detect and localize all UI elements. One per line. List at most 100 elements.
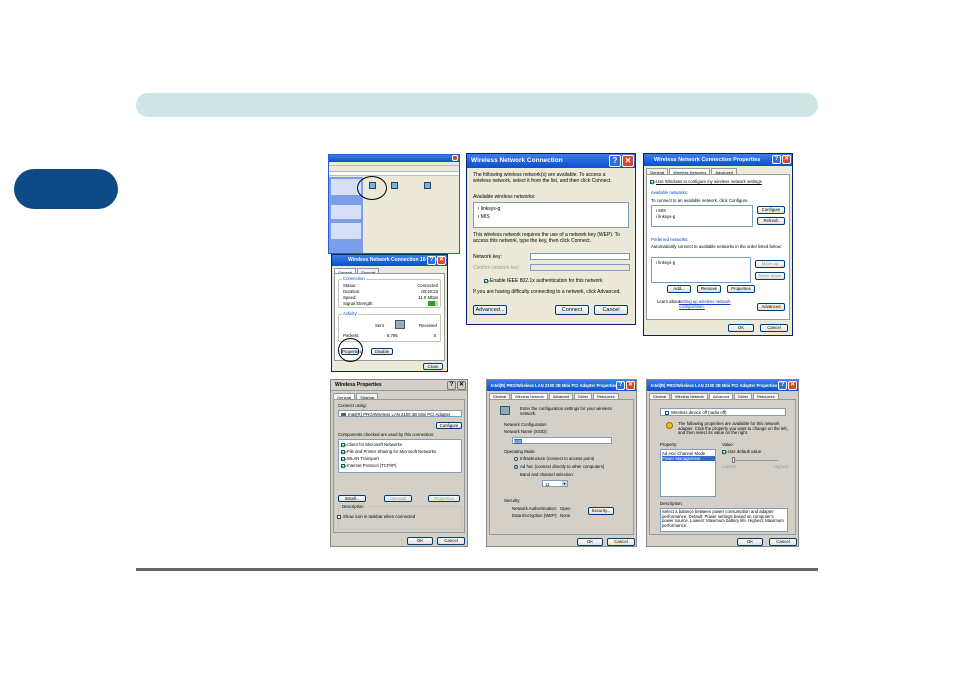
power-slider[interactable]	[732, 460, 778, 461]
remove-button[interactable]: Remove	[697, 285, 721, 293]
refresh-button[interactable]: Refresh	[757, 217, 785, 225]
cancel-button[interactable]: Cancel	[760, 324, 788, 332]
network-item[interactable]: ı MIS	[478, 214, 490, 220]
learn-link[interactable]: setting up wireless network configuratio…	[679, 299, 739, 309]
close-icon[interactable]: ✕	[782, 155, 791, 164]
slider-thumb[interactable]	[732, 457, 735, 463]
move-up-button[interactable]: Move up	[755, 260, 785, 268]
cancel-button[interactable]: Cancel	[769, 538, 797, 546]
wireless-connection-icon[interactable]	[391, 182, 398, 189]
cancel-button[interactable]: Cancel	[607, 538, 635, 546]
wncp-titlebar: Wireless Network Connection Properties ?…	[644, 154, 792, 166]
property-item[interactable]: Power Management	[662, 456, 715, 462]
close-icon[interactable]: ✕	[622, 155, 634, 167]
security-button[interactable]: Security...	[588, 507, 614, 515]
connect-button[interactable]: Connect	[555, 305, 589, 315]
ssid-input[interactable]: MIS	[512, 437, 612, 444]
computers-icon	[395, 320, 405, 329]
close-icon[interactable]: ✕	[437, 256, 446, 265]
netconf-label: Network Configuration	[504, 422, 547, 427]
component-item[interactable]: WLAN Transport	[341, 456, 379, 461]
ap1-intro: Enter the configuration settings for you…	[520, 406, 612, 417]
configure-button[interactable]: Configure	[436, 422, 462, 429]
network-name: MIS	[480, 214, 490, 220]
help-icon[interactable]: ?	[616, 381, 625, 390]
close-icon[interactable]: ✕	[788, 381, 797, 390]
enc-value: None	[560, 513, 571, 518]
adhoc-radio[interactable]: Ad hoc (connect directly to other comput…	[514, 464, 604, 469]
install-button[interactable]: Install...	[338, 495, 366, 502]
preferred-list[interactable]: ı linksys-g	[651, 257, 751, 283]
help-icon[interactable]: ?	[447, 381, 456, 390]
checkbox-icon	[341, 463, 345, 468]
ok-button[interactable]: OK	[728, 324, 754, 332]
uninstall-button[interactable]: Uninstall	[384, 495, 412, 502]
preferred-text: Automatically connect to available netwo…	[651, 244, 782, 249]
disable-button[interactable]: Disable	[371, 348, 393, 355]
description-box: Select a balance between power consumpti…	[660, 508, 788, 532]
infrastructure-radio[interactable]: Infrastructure (connect to access point)	[514, 456, 594, 461]
use-windows-checkbox[interactable]: Use Windows to configure my wireless net…	[650, 179, 762, 184]
networks-list[interactable]: ı linksys-g ı MIS	[473, 202, 629, 228]
ok-button[interactable]: OK	[577, 538, 603, 546]
radio-off-box: Wireless device off (radio off)	[660, 408, 786, 416]
adapter-icon	[341, 413, 346, 416]
channel-value: 11	[545, 481, 550, 487]
components-list[interactable]: Client for Microsoft Networks File and P…	[338, 439, 462, 473]
ap2-title: Intel(R) PRO/Wireless LAN 2100 3B Mini P…	[651, 383, 778, 388]
properties-button[interactable]: Properties	[428, 495, 460, 502]
checkbox-icon	[650, 179, 654, 184]
ieee-checkbox[interactable]: Enable IEEE 802.1x authentication for th…	[484, 278, 603, 284]
advanced-button[interactable]: Advanced	[757, 303, 785, 311]
close-icon[interactable]: ✕	[457, 381, 466, 390]
enc-label: Data Encryption (WEP):	[512, 513, 558, 518]
status-label: Status:	[343, 283, 357, 288]
value-label: Value:	[722, 442, 734, 447]
ok-button[interactable]: OK	[407, 537, 433, 545]
cancel-button[interactable]: Cancel	[594, 305, 628, 315]
radio-off-checkbox[interactable]: Wireless device off (radio off)	[665, 410, 726, 415]
cancel-button[interactable]: Cancel	[437, 537, 465, 545]
ap2-titlebar: Intel(R) PRO/Wireless LAN 2100 3B Mini P…	[647, 380, 798, 391]
show-icon-checkbox[interactable]: Show icon in taskbar when connected	[337, 514, 415, 519]
available-list[interactable]: ı MIS ı linksys-g	[651, 205, 753, 227]
component-item[interactable]: File and Printer Sharing for Microsoft N…	[341, 449, 436, 454]
components-label: Components checked are used by this conn…	[338, 432, 435, 437]
wncp-panel: Use Windows to configure my wireless net…	[646, 174, 790, 320]
network-item[interactable]: ı linksys-g	[478, 206, 500, 212]
property-list[interactable]: Ad Hoc Channel Mode Power Management	[660, 449, 716, 497]
advanced-button[interactable]: Advanced...	[473, 305, 507, 315]
add-button[interactable]: Add...	[667, 285, 691, 293]
checkbox-icon	[484, 278, 488, 283]
use-default-label: Use default value	[728, 449, 762, 454]
close-icon[interactable]: ✕	[626, 381, 635, 390]
network-item[interactable]: ı linksys-g	[656, 214, 675, 219]
network-item[interactable]: ı linksys-g	[656, 260, 675, 265]
description-label: Description	[341, 504, 365, 510]
help-icon[interactable]: ?	[778, 381, 787, 390]
help-icon[interactable]: ?	[427, 256, 436, 265]
channel-select[interactable]: 11 ▾	[542, 480, 568, 487]
network-key-input[interactable]	[530, 253, 630, 260]
component-item[interactable]: Client for Microsoft Networks	[341, 442, 402, 447]
confirm-key-input[interactable]	[530, 264, 630, 271]
available-label: Available wireless networks:	[473, 194, 536, 200]
move-down-button[interactable]: Move down	[755, 272, 785, 280]
component-item[interactable]: Internet Protocol (TCP/IP)	[341, 463, 396, 468]
network-item[interactable]: ı MIS	[656, 208, 666, 213]
component-label: Client for Microsoft Networks	[347, 442, 402, 447]
close-icon[interactable]	[452, 155, 458, 161]
ap2-intro: The following properties are available f…	[678, 421, 788, 435]
network-connections-window	[328, 154, 460, 254]
use-default-checkbox[interactable]: Use default value	[722, 449, 761, 454]
speed-label: Speed:	[343, 295, 357, 300]
help-icon[interactable]: ?	[772, 155, 781, 164]
connection-icon[interactable]	[424, 182, 431, 189]
properties-button[interactable]: Properties	[727, 285, 755, 293]
help-icon[interactable]: ?	[609, 155, 621, 167]
adapter-network-window: Intel(R) PRO/Wireless LAN 2100 3B Mini P…	[486, 379, 637, 547]
packets-sent: 8,795	[387, 333, 398, 338]
ok-button[interactable]: OK	[737, 538, 763, 546]
configure-button[interactable]: Configure	[757, 206, 785, 214]
close-button[interactable]: Close	[423, 363, 443, 370]
